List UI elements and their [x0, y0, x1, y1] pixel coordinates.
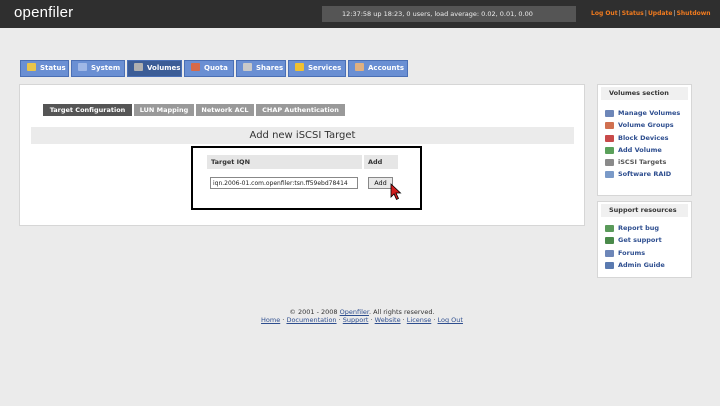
openfiler-logo[interactable]: openfiler: [14, 4, 73, 21]
block-devices-icon: [605, 134, 614, 142]
top-bar: openfiler 12:37:58 up 18:23, 0 users, lo…: [0, 0, 720, 28]
update-link[interactable]: Update: [648, 10, 672, 17]
admin-guide-icon: [605, 261, 614, 269]
sidebar-item-software-raid[interactable]: Software RAID: [598, 168, 691, 180]
add-volume-icon: [605, 146, 614, 154]
iscsi-targets-icon: [605, 159, 614, 167]
quota-icon: [191, 63, 200, 71]
footer: © 2001 - 2008 Openfiler. All rights rese…: [0, 308, 720, 324]
section-title: Add new iSCSI Target: [31, 127, 574, 144]
tab-quota[interactable]: Quota: [184, 60, 234, 77]
get-support-icon: [605, 237, 614, 245]
mouse-cursor-icon: [390, 183, 402, 201]
subtab-target-configuration[interactable]: Target Configuration: [43, 104, 132, 116]
sidebar-item-forums[interactable]: Forums: [598, 247, 691, 259]
software-raid-icon: [605, 171, 614, 179]
volumes-section-title: Volumes section: [601, 87, 688, 100]
footer-logout-link[interactable]: Log Out: [438, 316, 463, 324]
sidebar-item-report-bug[interactable]: Report bug: [598, 222, 691, 234]
footer-links: Home · Documentation · Support · Website…: [261, 316, 463, 324]
tab-system[interactable]: System: [71, 60, 125, 77]
uptime-status: 12:37:58 up 18:23, 0 users, load average…: [322, 6, 576, 22]
forums-icon: [605, 249, 614, 257]
sidebar-item-iscsi-targets[interactable]: iSCSI Targets: [598, 156, 691, 168]
system-icon: [78, 63, 87, 71]
manage-volumes-icon: [605, 110, 614, 117]
subtab-chap-authentication[interactable]: CHAP Authentication: [256, 104, 345, 116]
footer-support-link[interactable]: Support: [343, 316, 369, 324]
volume-groups-icon: [605, 122, 614, 130]
footer-documentation-link[interactable]: Documentation: [286, 316, 336, 324]
subtab-network-acl[interactable]: Network ACL: [196, 104, 254, 116]
copyright-line: © 2001 - 2008 Openfiler. All rights rese…: [289, 308, 435, 316]
subtab-lun-mapping[interactable]: LUN Mapping: [134, 104, 194, 116]
sidebar-item-block-devices[interactable]: Block Devices: [598, 132, 691, 144]
volumes-section-box: Volumes section Manage Volumes Volume Gr…: [597, 84, 692, 196]
support-resources-title: Support resources: [601, 204, 688, 217]
tab-accounts[interactable]: Accounts: [348, 60, 408, 77]
services-icon: [295, 63, 304, 71]
target-iqn-header: Target IQN: [207, 155, 362, 169]
tab-volumes[interactable]: Volumes: [127, 60, 182, 77]
footer-home-link[interactable]: Home: [261, 316, 280, 324]
report-bug-icon: [605, 225, 614, 232]
shares-icon: [243, 63, 252, 71]
sidebar-item-manage-volumes[interactable]: Manage Volumes: [598, 107, 691, 119]
support-resources-box: Support resources Report bug Get support…: [597, 201, 692, 278]
target-iqn-input[interactable]: [210, 177, 358, 189]
sidebar-item-volume-groups[interactable]: Volume Groups: [598, 119, 691, 131]
add-header: Add: [364, 155, 398, 169]
tab-services[interactable]: Services: [288, 60, 346, 77]
tab-status[interactable]: Status: [20, 60, 69, 77]
sidebar-item-admin-guide[interactable]: Admin Guide: [598, 259, 691, 271]
volumes-icon: [134, 63, 143, 71]
shutdown-link[interactable]: Shutdown: [677, 10, 711, 17]
status-icon: [27, 63, 36, 71]
footer-website-link[interactable]: Website: [375, 316, 401, 324]
sidebar-item-add-volume[interactable]: Add Volume: [598, 144, 691, 156]
sidebar-item-get-support[interactable]: Get support: [598, 234, 691, 246]
top-links: Log Out|Status|Update|Shutdown: [591, 10, 711, 17]
openfiler-link[interactable]: Openfiler: [340, 308, 369, 316]
status-link[interactable]: Status: [622, 10, 644, 17]
accounts-icon: [355, 63, 364, 71]
footer-license-link[interactable]: License: [407, 316, 432, 324]
tab-shares[interactable]: Shares: [236, 60, 286, 77]
logout-link[interactable]: Log Out: [591, 10, 618, 17]
